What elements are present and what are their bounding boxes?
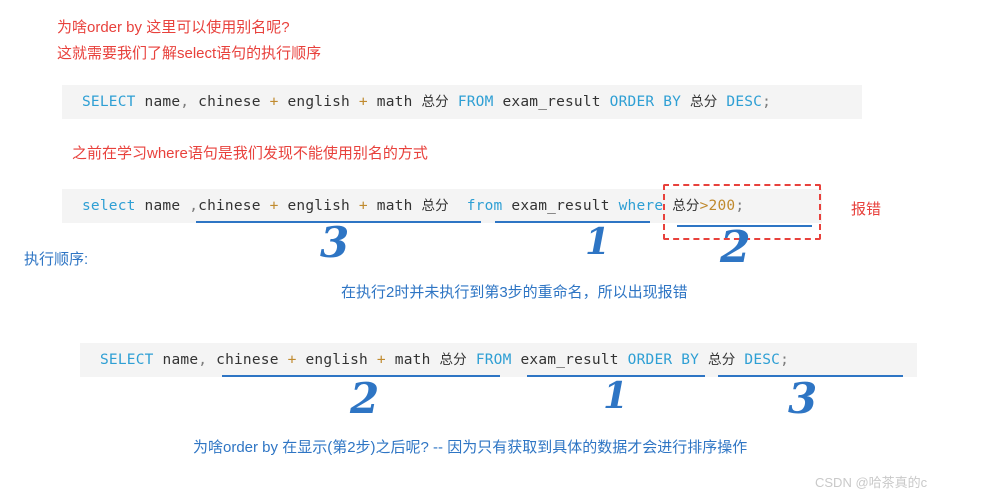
code-token: math	[394, 352, 431, 368]
code-token: 总分	[421, 198, 449, 214]
step-marker-block2-1: 1	[585, 221, 611, 263]
code-token: SELECT	[82, 94, 136, 110]
csdn-watermark: CSDN @哈茶真的c	[815, 475, 928, 490]
code-token: ,	[198, 352, 208, 368]
code-block-exec-order[interactable]: SELECT name, chinese + english + math 总分…	[80, 343, 917, 377]
explanation-note: 在执行2时并未执行到第3步的重命名，所以出现报错	[341, 284, 688, 301]
code-block-order-by[interactable]: SELECT name, chinese + english + math 总分…	[62, 85, 862, 119]
step-marker-block3-0: 2	[350, 374, 380, 423]
code-token: +	[269, 198, 279, 214]
code-token: chinese	[198, 94, 261, 110]
code-token: where	[618, 198, 664, 214]
code-token: +	[287, 352, 297, 368]
code-token: math	[376, 94, 413, 110]
code-token: english	[287, 198, 350, 214]
code-token: select	[82, 198, 136, 214]
code-token: DESC	[726, 94, 763, 110]
code-token: english	[305, 352, 368, 368]
code-token: SELECT	[100, 352, 154, 368]
code-token: +	[269, 94, 279, 110]
code-token: +	[376, 352, 386, 368]
code-token: chinese	[216, 352, 279, 368]
code-token: ORDER BY	[609, 94, 682, 110]
code-token: 总分	[421, 94, 449, 110]
error-label: 报错	[851, 201, 882, 218]
code-token: chinese	[198, 198, 261, 214]
code-token: +	[358, 94, 368, 110]
step-marker-block3-1: 1	[603, 375, 629, 417]
code-token: english	[287, 94, 350, 110]
code-token: exam_result	[502, 94, 601, 110]
code-token: DESC	[744, 352, 781, 368]
exec-order-label: 执行顺序:	[24, 251, 89, 268]
code-token: FROM	[457, 94, 494, 110]
code-token: 总分	[690, 94, 718, 110]
code-token: ,	[189, 198, 199, 214]
bottom-note: 为啥order by 在显示(第2步)之后呢? -- 因为只有获取到具体的数据才…	[193, 439, 748, 456]
code-token: name	[144, 94, 181, 110]
code-token: exam_result	[520, 352, 619, 368]
top-note-line2: 这就需要我们了解select语句的执行顺序	[57, 45, 322, 62]
code-token: +	[358, 198, 368, 214]
code-token: ,	[180, 94, 190, 110]
top-note-line1: 为啥order by 这里可以使用别名呢?	[57, 19, 290, 36]
underline-from-2	[495, 221, 650, 223]
code-token: FROM	[475, 352, 512, 368]
code-token: name	[144, 198, 181, 214]
where-alias-note: 之前在学习where语句是我们发现不能使用别名的方式	[72, 145, 428, 162]
code-token: exam_result	[511, 198, 610, 214]
step-marker-block2-0: 3	[320, 218, 350, 267]
code-token: 总分	[708, 352, 736, 368]
code-token: ;	[780, 352, 790, 368]
code-token: from	[466, 198, 503, 214]
code-token: ORDER BY	[627, 352, 700, 368]
code-token: name	[162, 352, 199, 368]
code-token: 总分	[439, 352, 467, 368]
step-marker-block2-2: 2	[720, 222, 751, 273]
step-marker-block3-2: 3	[788, 374, 818, 423]
code-token: math	[376, 198, 413, 214]
code-token: ;	[762, 94, 772, 110]
